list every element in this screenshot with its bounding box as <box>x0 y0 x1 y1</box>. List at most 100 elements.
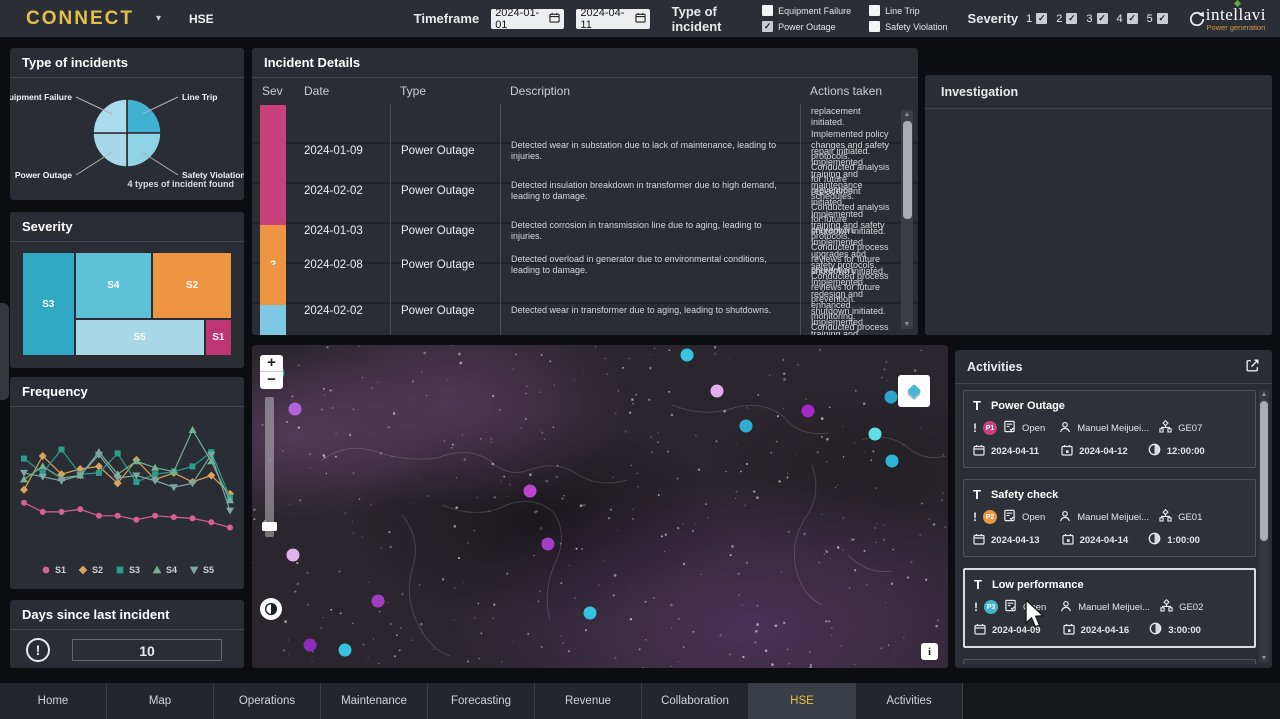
pie-slice[interactable] <box>93 133 127 167</box>
asset-id: GE01 <box>1178 512 1202 523</box>
checkbox[interactable]: ✓ <box>1157 13 1168 24</box>
activity-card[interactable]: TPower Outage!P1OpenManuel Meijuei...GE0… <box>963 390 1256 468</box>
scroll-down-icon[interactable]: ▼ <box>1259 655 1269 662</box>
calendar-icon <box>973 444 985 459</box>
incident-map-dot[interactable] <box>681 349 694 362</box>
incident-type-option[interactable]: Equipment Failure <box>762 4 851 18</box>
assignee: Manuel Meijuei... <box>1077 423 1149 434</box>
incident-type-option[interactable]: Safety Violation <box>869 20 947 34</box>
incident-row[interactable]: 12024-01-09Power OutageDetected wear in … <box>252 104 918 144</box>
scroll-down-icon[interactable]: ▼ <box>901 321 913 328</box>
activity-card-partial[interactable] <box>963 659 1256 664</box>
incident-map-dot[interactable] <box>802 404 815 417</box>
calendar-icon[interactable] <box>635 12 646 26</box>
chevron-down-icon[interactable]: ▾ <box>156 13 161 24</box>
pie-slice[interactable] <box>93 99 127 133</box>
checkbox[interactable] <box>869 5 880 16</box>
incident-map-dot[interactable] <box>584 607 597 620</box>
incident-row[interactable]: 52024-01-27Power OutageDetected wear in … <box>252 304 918 335</box>
checkbox[interactable]: ✓ <box>1066 13 1077 24</box>
nav-tab-hse[interactable]: HSE <box>749 683 856 719</box>
incident-row[interactable]: 22024-02-02Power OutageDetected wear in … <box>252 264 918 304</box>
frequency-line-chart[interactable] <box>10 407 244 557</box>
slider-handle[interactable] <box>262 522 277 531</box>
incident-row[interactable]: 12024-02-02Power OutageDetected insulati… <box>252 144 918 184</box>
zoom-out-button[interactable]: − <box>260 372 283 389</box>
date-from-input[interactable]: 2024-01-01 <box>491 9 564 29</box>
treemap-cell[interactable]: S5 <box>75 319 205 356</box>
checkbox-label: Safety Violation <box>885 22 947 32</box>
treemap-cell[interactable]: S2 <box>152 252 232 319</box>
pie-footnote: 4 types of incident found <box>127 179 234 189</box>
incident-map-dot[interactable] <box>884 391 897 404</box>
map-contrast-button[interactable] <box>260 598 282 620</box>
checkbox[interactable]: ✓ <box>762 21 773 32</box>
checkbox[interactable] <box>762 5 773 16</box>
nav-tab-map[interactable]: Map <box>107 683 214 719</box>
severity-treemap[interactable]: S3S4S2S5S1 <box>22 252 232 356</box>
calendar-icon[interactable] <box>549 12 560 26</box>
incident-description: Detected wear in transmission line due t… <box>500 304 800 335</box>
incident-map-dot[interactable] <box>371 595 384 608</box>
scroll-up-icon[interactable]: ▲ <box>901 111 913 118</box>
nav-tab-forecasting[interactable]: Forecasting <box>428 683 535 719</box>
scrollbar-thumb[interactable] <box>1260 401 1268 541</box>
incident-type-option[interactable]: Line Trip <box>869 4 947 18</box>
section-title: HSE <box>189 12 214 26</box>
checkbox[interactable]: ✓ <box>1127 13 1138 24</box>
zoom-in-button[interactable]: + <box>260 355 283 372</box>
incident-row[interactable]: 22024-02-08Power OutageDetected overload… <box>252 224 918 264</box>
severity-option[interactable]: 1✓ <box>1026 13 1047 25</box>
pie-slice[interactable] <box>127 99 161 133</box>
incident-map-dot[interactable] <box>339 643 352 656</box>
incident-row[interactable]: 12024-01-03Power OutageDetected corrosio… <box>252 184 918 224</box>
incident-map-dot[interactable] <box>868 428 881 441</box>
incident-type-pie-chart[interactable]: Line TripSafety ViolationPower OutageEqu… <box>10 78 244 188</box>
incident-map-dot[interactable] <box>523 484 536 497</box>
activity-card[interactable]: TLow performance!P3OpenManuel Meijuei...… <box>963 568 1256 648</box>
nav-tab-maintenance[interactable]: Maintenance <box>321 683 428 719</box>
checkbox[interactable] <box>869 21 880 32</box>
drawer-handle[interactable] <box>0 303 9 400</box>
top-bar: CONNECT ▾ HSE Timeframe 2024-01-01 2024-… <box>0 0 1280 37</box>
map-info-button[interactable]: i <box>921 643 938 660</box>
priority-icon: ! <box>973 421 977 435</box>
severity-option[interactable]: 4✓ <box>1117 13 1138 25</box>
panel-title: Activities <box>967 360 1023 374</box>
map-layers-button[interactable] <box>898 375 930 407</box>
incident-map-dot[interactable] <box>541 537 554 550</box>
nav-tab-revenue[interactable]: Revenue <box>535 683 642 719</box>
incident-map-dot[interactable] <box>303 639 316 652</box>
treemap-cell[interactable]: S4 <box>75 252 153 319</box>
incident-map-dot[interactable] <box>289 402 302 415</box>
severity-option[interactable]: 3✓ <box>1086 13 1107 25</box>
severity-option[interactable]: 2✓ <box>1056 13 1077 25</box>
treemap-cell[interactable]: S3 <box>22 252 75 356</box>
pie-slice[interactable] <box>127 133 161 167</box>
incident-map-dot[interactable] <box>886 454 899 467</box>
table-scrollbar[interactable]: ▲ ▼ <box>901 110 913 329</box>
incident-map-dot[interactable] <box>710 384 723 397</box>
scrollbar-thumb[interactable] <box>903 121 912 219</box>
checkbox[interactable]: ✓ <box>1097 13 1108 24</box>
nav-tab-home[interactable]: Home <box>0 683 107 719</box>
treemap-cell[interactable]: S1 <box>205 319 232 356</box>
date-to-input[interactable]: 2024-04-11 <box>576 9 649 29</box>
nav-tab-activities[interactable]: Activities <box>856 683 963 719</box>
line-series <box>24 455 230 511</box>
activities-scrollbar[interactable]: ▲ ▼ <box>1259 390 1269 663</box>
incident-map-dot[interactable] <box>287 548 300 561</box>
edit-activities-icon[interactable] <box>1245 358 1260 376</box>
activity-card[interactable]: TSafety check!P2OpenManuel Meijuei...GE0… <box>963 479 1256 557</box>
severity-option[interactable]: 5✓ <box>1147 13 1168 25</box>
checkbox[interactable]: ✓ <box>1036 13 1047 24</box>
incident-map[interactable]: + − i <box>252 345 948 668</box>
priority-icon: ! <box>973 510 977 524</box>
map-zoom-slider[interactable] <box>265 397 274 537</box>
incident-type-option[interactable]: ✓Power Outage <box>762 20 851 34</box>
scroll-up-icon[interactable]: ▲ <box>1259 391 1269 398</box>
nav-tab-operations[interactable]: Operations <box>214 683 321 719</box>
nav-tab-collaboration[interactable]: Collaboration <box>642 683 749 719</box>
incident-map-dot[interactable] <box>740 420 753 433</box>
refresh-icon[interactable] <box>1188 10 1206 28</box>
